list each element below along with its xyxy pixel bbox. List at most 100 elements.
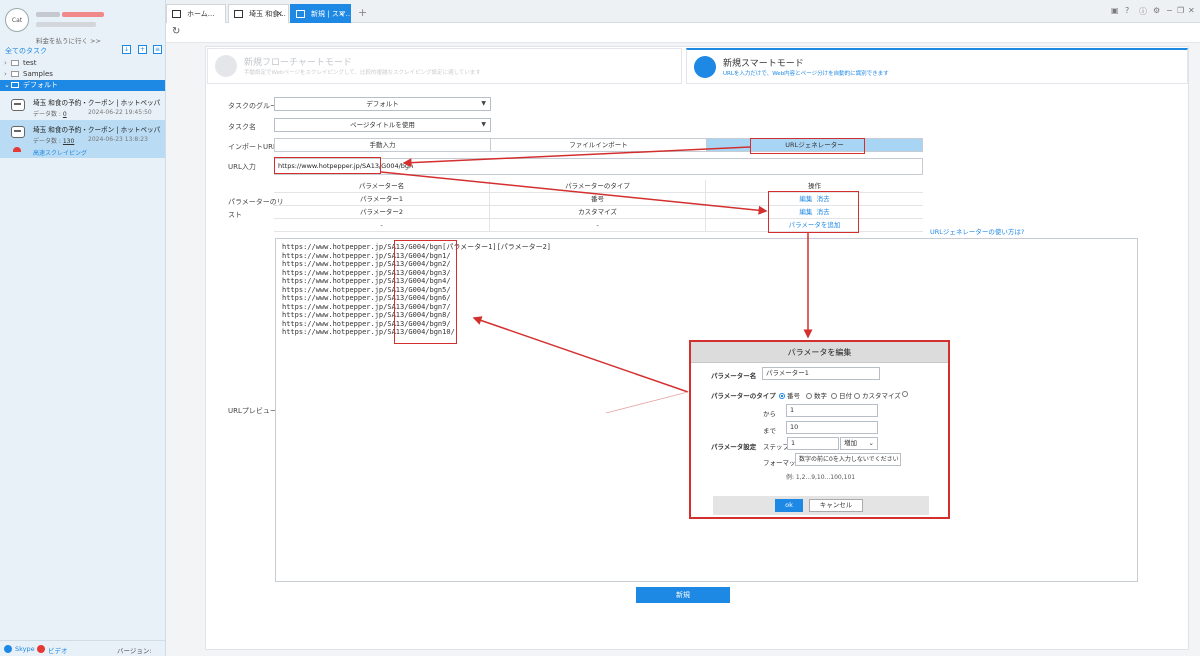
- robot-icon: [11, 99, 25, 111]
- dialog-type-label: パラメーターのタイプ: [711, 392, 776, 400]
- step-label: ステップ: [763, 443, 789, 451]
- task-title: 埼玉 和食の予約・クーポン | ホットペッパーグルメ: [33, 126, 161, 134]
- settings-label: パラメータ設定: [711, 443, 757, 451]
- param-name-input[interactable]: パラメーター1: [762, 367, 880, 380]
- flowchart-mode-desc: 手動設定でWebページをスクレイピングして、比較的複雑なスクレイピング設定に適し…: [244, 70, 481, 76]
- caret-down-icon: ▼: [481, 121, 486, 128]
- task-data-count: データ数 : 0: [33, 109, 67, 118]
- radio-custom[interactable]: カスタマイズ: [854, 390, 901, 400]
- robot-icon: [11, 126, 25, 138]
- window-icon: [234, 10, 243, 18]
- smart-mode-title: 新規スマートモード: [723, 59, 804, 69]
- to-input[interactable]: 10: [786, 421, 878, 434]
- tab-new-smart[interactable]: 新規 | スマ... ×: [290, 4, 351, 23]
- step-input[interactable]: 1: [787, 437, 839, 450]
- nav-bar: ↻: [166, 23, 1200, 43]
- chevron-right-icon: ›: [4, 59, 7, 67]
- tab-label: ホーム...: [187, 10, 215, 18]
- flowchart-mode-card[interactable]: 新規フローチャートモード 手動設定でWebページをスクレイピングして、比較的複雑…: [207, 48, 682, 84]
- gear-icon[interactable]: ⚙: [1153, 6, 1160, 15]
- url-generator-help-link[interactable]: URLジェネレーターの使い方は?: [930, 226, 1024, 236]
- tab-home[interactable]: ホーム...: [166, 4, 226, 23]
- radio-off-icon: [806, 393, 812, 399]
- url-input-label: URL入力: [228, 163, 256, 171]
- folder-test[interactable]: › test: [0, 58, 165, 69]
- edit-parameter-dialog: パラメータを編集 パラメーター名 パラメーター1 パラメーターのタイプ 番号 数…: [689, 340, 950, 519]
- smart-mode-desc: URLを入力だけで、Web内容とページ分けを自動的に識別できます: [723, 71, 889, 77]
- all-tasks-label[interactable]: 全てのタスク: [5, 46, 47, 56]
- radio-number[interactable]: 番号: [779, 390, 800, 400]
- radio-label: 番号: [787, 392, 800, 400]
- task-group-select[interactable]: デフォルト ▼: [274, 97, 491, 111]
- close-window-icon[interactable]: ✕: [1188, 6, 1195, 15]
- cancel-button[interactable]: キャンセル: [809, 499, 863, 512]
- minimize-icon[interactable]: −: [1166, 6, 1173, 15]
- data-count-value[interactable]: 130: [63, 138, 74, 145]
- smart-mode-card[interactable]: 新規スマートモード URLを入力だけで、Web内容とページ分けを自動的に識別でき…: [686, 48, 1188, 84]
- radio-label: カスタマイズ: [862, 392, 901, 400]
- task-speed-mode: 高速スクレイピング: [33, 150, 88, 157]
- account-header: Cat 料金を払うに行く >>: [0, 0, 165, 45]
- task-group-value: デフォルト: [366, 100, 399, 108]
- annotation-box-url: [274, 157, 381, 174]
- header-param-type: パラメーターのタイプ: [490, 180, 706, 193]
- close-icon[interactable]: ×: [338, 5, 345, 23]
- folder-label: test: [23, 59, 37, 67]
- task-item-active[interactable]: 埼玉 和食の予約・クーポン | ホットペッパーグルメ データ数 : 130 20…: [0, 120, 165, 158]
- format-select[interactable]: 数字の前に0を入力しないでください: [795, 453, 901, 466]
- export-task-icon[interactable]: ≡: [153, 45, 162, 54]
- skype-link[interactable]: Skype: [15, 645, 35, 653]
- import-task-icon[interactable]: ↓: [122, 45, 131, 54]
- format-value: 数字の前に0を入力しないでください: [799, 456, 899, 463]
- video-link[interactable]: ビデオ: [48, 645, 68, 655]
- folder-default[interactable]: ⌄ デフォルト: [0, 80, 165, 91]
- folder-samples[interactable]: › Samples: [0, 69, 165, 80]
- annotation-box-actions: [768, 191, 859, 233]
- import-manual-tab[interactable]: 手動入力: [274, 138, 491, 152]
- skype-icon[interactable]: [4, 645, 12, 653]
- radio-date[interactable]: 日付: [831, 390, 852, 400]
- create-button[interactable]: 新規: [636, 587, 730, 603]
- speed-gauge-icon: [13, 147, 21, 152]
- chevron-right-icon: ›: [4, 70, 7, 78]
- blank-cell: -: [490, 219, 706, 232]
- folder-icon: [11, 60, 19, 66]
- task-name-select[interactable]: ページタイトルを使用 ▼: [274, 118, 491, 132]
- refresh-icon[interactable]: ↻: [172, 26, 180, 37]
- param-name: パラメーター1: [274, 193, 490, 206]
- task-date: 2024-06-22 19:45:50: [88, 109, 152, 116]
- ok-button[interactable]: ok: [775, 499, 803, 512]
- layout-icon[interactable]: ▣: [1111, 6, 1119, 15]
- add-tab-icon[interactable]: +: [358, 6, 367, 19]
- radio-label: 日付: [839, 392, 852, 400]
- import-file-tab[interactable]: ファイルインポート: [490, 138, 707, 152]
- avatar[interactable]: Cat: [5, 8, 29, 32]
- info-icon[interactable]: ⓘ: [1139, 6, 1147, 17]
- radio-digit[interactable]: 数字: [806, 390, 827, 400]
- folder-icon: [11, 82, 19, 88]
- new-task-icon[interactable]: +: [138, 45, 147, 54]
- dialog-name-label: パラメーター名: [711, 372, 757, 380]
- blurred-account-info: [36, 22, 96, 27]
- format-example: 例: 1,2...9,10...100,101: [786, 474, 856, 481]
- param-list-label-cont: スト: [228, 211, 242, 219]
- restore-icon[interactable]: ❐: [1177, 6, 1184, 15]
- step-mode-select[interactable]: 増加 ⌄: [840, 437, 878, 450]
- video-icon[interactable]: [37, 645, 45, 653]
- param-type: カスタマイズ: [490, 206, 706, 219]
- header-param-name: パラメーター名: [274, 180, 490, 193]
- home-icon: [172, 10, 181, 18]
- task-date: 2024-06-23 13:8:23: [88, 136, 148, 143]
- param-type: 番号: [490, 193, 706, 206]
- radio-extra[interactable]: [902, 390, 910, 398]
- help-icon[interactable]: ?: [1125, 6, 1129, 15]
- blank-cell: -: [274, 219, 490, 232]
- chevron-down-icon: ⌄: [4, 81, 10, 89]
- task-name-value: ページタイトルを使用: [350, 121, 415, 129]
- param-name: パラメーター2: [274, 206, 490, 219]
- task-data-count: データ数 : 130: [33, 136, 74, 145]
- from-input[interactable]: 1: [786, 404, 878, 417]
- close-icon[interactable]: ×: [276, 5, 283, 23]
- data-count-value[interactable]: 0: [63, 111, 67, 118]
- tab-task[interactable]: 埼玉 和食... ×: [228, 4, 289, 23]
